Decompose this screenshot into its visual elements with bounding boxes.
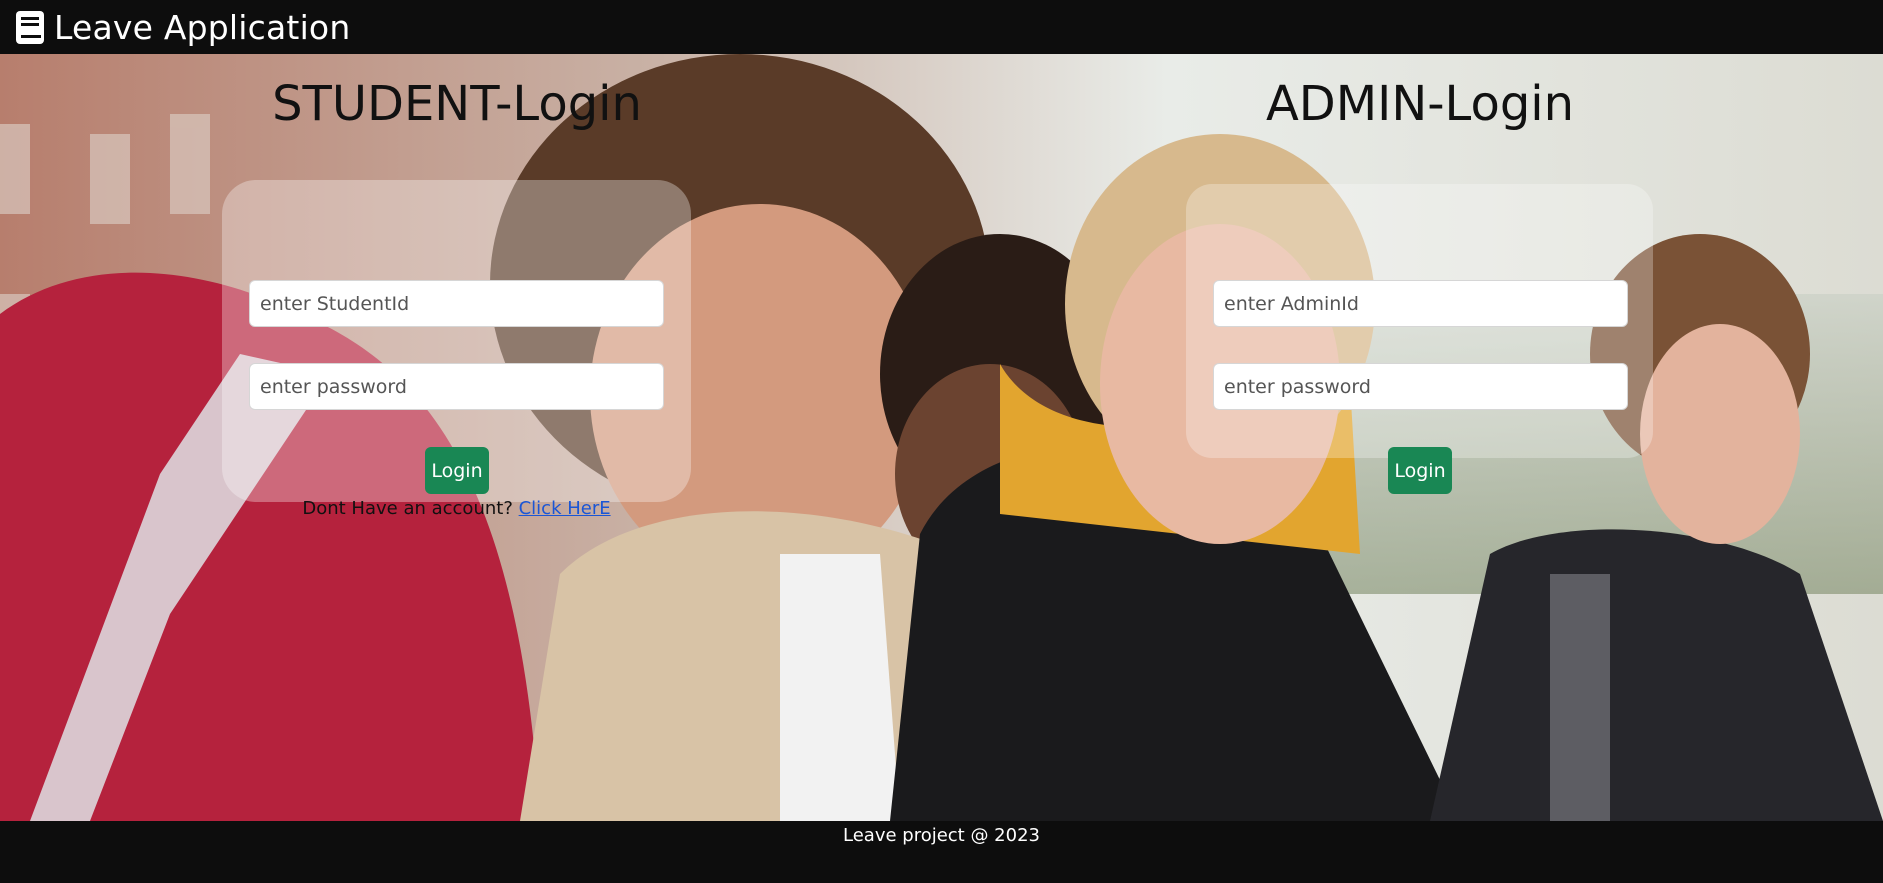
footer-text: Leave project @ 2023 xyxy=(843,825,1040,846)
signup-prompt: Dont Have an account? Click HerE xyxy=(222,498,691,519)
admin-login-heading: ADMIN-Login xyxy=(1265,76,1575,132)
signup-prompt-text: Dont Have an account? xyxy=(302,498,513,519)
student-login-card: Login Dont Have an account? Click HerE xyxy=(222,180,691,519)
signup-link[interactable]: Click HerE xyxy=(519,498,611,519)
admin-login-button[interactable]: Login xyxy=(1388,447,1452,494)
admin-password-input[interactable] xyxy=(1213,363,1628,410)
page-footer: Leave project @ 2023 xyxy=(0,821,1883,883)
top-navbar: Leave Application xyxy=(0,0,1883,54)
student-password-input[interactable] xyxy=(249,363,664,410)
book-icon xyxy=(16,10,44,44)
admin-login-card: Login xyxy=(1186,184,1653,494)
student-id-input[interactable] xyxy=(249,280,664,327)
admin-id-input[interactable] xyxy=(1213,280,1628,327)
hero-background: STUDENT-Login ADMIN-Login Login Dont Hav… xyxy=(0,54,1883,821)
app-title[interactable]: Leave Application xyxy=(54,8,350,47)
student-login-button[interactable]: Login xyxy=(425,447,489,494)
student-login-heading: STUDENT-Login xyxy=(272,76,642,132)
